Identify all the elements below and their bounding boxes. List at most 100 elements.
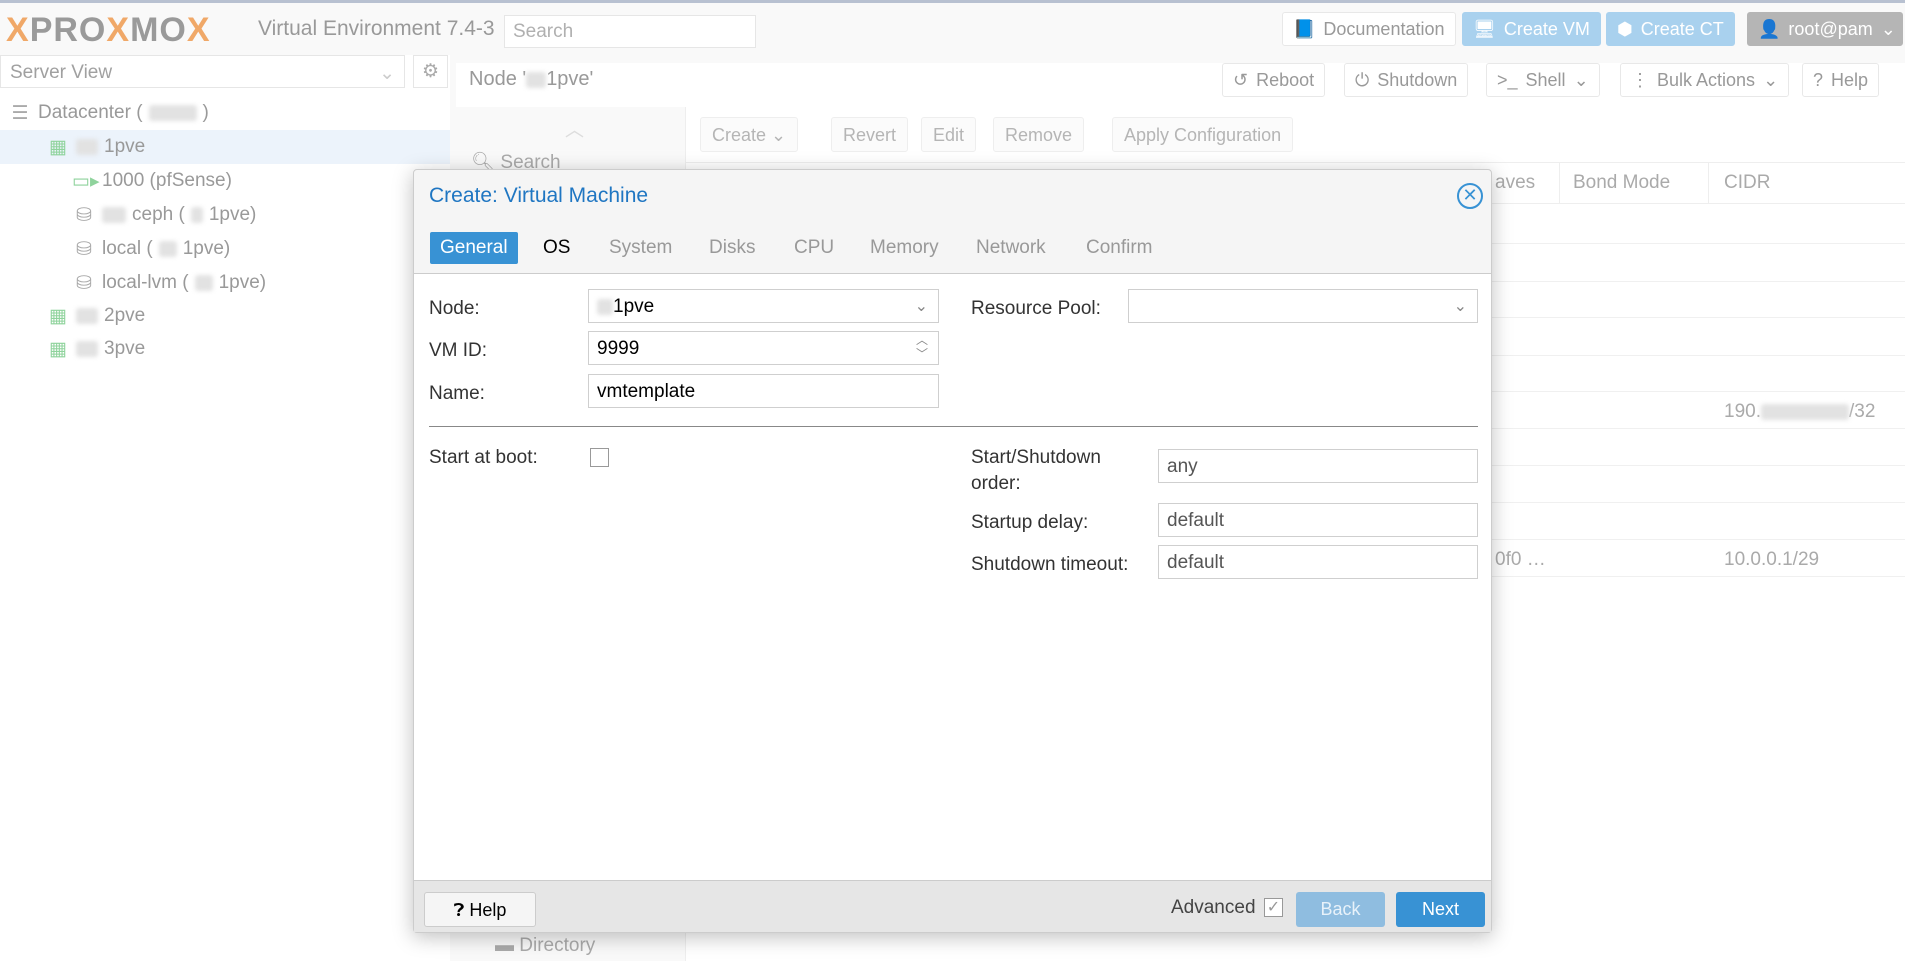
tab-general[interactable]: General [430,232,518,264]
vmid-label: VM ID: [429,340,488,361]
top-bar: XPROXMOX Virtual Environment 7.4-3 Searc… [0,0,1905,55]
column-bond-mode[interactable]: Bond Mode [1573,172,1670,194]
shell-button[interactable]: >_ Shell ⌄ [1486,63,1600,97]
tab-os[interactable]: OS [533,232,580,264]
tab-disks[interactable]: Disks [699,232,765,264]
next-button[interactable]: Next [1396,892,1485,927]
back-button[interactable]: Back [1296,892,1385,927]
power-icon: ⏻ [1355,69,1370,90]
tree-item-label: ceph ( [132,204,185,225]
dialog-body: Node: 1pve ⌄ VM ID: 9999 ︿ ﹀ Name: vmtempla… [414,273,1491,880]
redacted-text [102,207,126,223]
column-divider [1708,162,1709,204]
user-menu-button[interactable]: 👤 root@pam ⌄ [1747,12,1903,46]
storage-icon: ⛁ [76,272,92,294]
node-help-label: Help [1831,69,1869,90]
name-label: Name: [429,383,485,404]
global-search-input[interactable]: Search [504,15,756,48]
dialog-footer: ❓︎ Help Advanced ✓ Back Next [414,880,1491,932]
tab-confirm[interactable]: Confirm [1076,232,1163,264]
vmid-value: 9999 [597,338,640,359]
create-vm-button[interactable]: 🖥 Create VM [1462,12,1601,46]
documentation-button[interactable]: 📘 Documentation [1282,12,1456,46]
redacted-text [76,139,98,155]
datacenter-icon: ☰ [11,102,29,124]
tree-item-storage-local-lvm[interactable]: ⛁ local-lvm (1pve) [0,266,450,300]
startup-delay-input[interactable]: default [1158,503,1478,537]
terminal-icon: >_ [1497,69,1518,90]
spinner-arrows-icon[interactable]: ︿ ﹀ [916,333,928,361]
help-icon: ? [1813,69,1824,90]
shutdown-timeout-label: Shutdown timeout: [971,554,1129,575]
tree-item-label: Datacenter ( [38,102,143,123]
chevron-down-icon: ⌄ [379,63,395,84]
kebab-icon: ⋮ [1631,69,1649,90]
node-help-button[interactable]: ? Help [1802,63,1880,97]
server-view-select[interactable]: Server View ⌄ [0,55,405,88]
tree-item-suffix: 1pve) [218,272,267,293]
node-select[interactable]: 1pve ⌄ [588,289,939,323]
dialog-help-button[interactable]: ❓︎ Help [424,892,536,927]
vmid-spinner[interactable]: 9999 ︿ ﹀ [588,331,939,365]
tree-item-suffix: 1pve) [208,204,257,225]
node-title-suffix: 1pve' [546,68,594,90]
tab-cpu[interactable]: CPU [784,232,844,264]
edit-button[interactable]: Edit [921,117,977,152]
tree-item-storage-ceph[interactable]: ⛁ ceph (1pve) [0,198,450,232]
monitor-icon: 🖥 [1473,18,1496,39]
tab-memory[interactable]: Memory [860,232,949,264]
redacted-text [148,105,197,121]
cidr-cell: 190. /32 [1724,401,1875,423]
name-input[interactable]: vmtemplate [588,374,939,408]
start-at-boot-checkbox[interactable] [590,448,609,467]
apply-configuration-button[interactable]: Apply Configuration [1112,117,1294,152]
documentation-label: Documentation [1323,18,1445,39]
reboot-icon: ↺ [1233,69,1249,90]
bulk-actions-button[interactable]: ⋮ Bulk Actions ⌄ [1620,63,1790,97]
close-icon[interactable]: ✕ [1457,183,1483,209]
column-cidr[interactable]: CIDR [1724,172,1770,194]
start-shutdown-order-label: Start/Shutdown order: [971,447,1101,494]
chevron-down-icon: ⌄ [1573,69,1589,90]
chevron-down-icon: ⌄ [1453,298,1467,315]
tree-item-node-1[interactable]: ▦ 1pve [0,130,450,164]
shutdown-button[interactable]: ⏻ Shutdown [1344,63,1469,97]
resource-pool-select[interactable]: ⌄ [1128,289,1478,323]
tree-item-vm-1000[interactable]: ▭▸ 1000 (pfSense) [0,164,450,198]
tab-system[interactable]: System [599,232,682,264]
tree-item-node-2[interactable]: ▦ 2pve [0,299,450,333]
column-slaves[interactable]: aves [1495,172,1535,194]
revert-button[interactable]: Revert [831,117,909,152]
tree-item-datacenter[interactable]: ☰ Datacenter () [0,96,450,130]
startup-delay-label: Startup delay: [971,512,1089,533]
network-create-button[interactable]: Create ⌄ [700,117,799,152]
scroll-up-icon[interactable]: ︿ [565,115,584,142]
cidr-suffix: /32 [1848,401,1876,422]
tree-item-label: 1pve [104,136,146,157]
tree-item-label: 3pve [104,338,146,359]
nav-item-directory[interactable]: ▬ Directory [495,935,595,957]
redacted-text [526,71,547,88]
node-label: Node: [429,298,480,319]
dialog-help-label: Help [469,900,507,920]
redacted-text [194,275,213,291]
shutdown-timeout-input[interactable]: default [1158,545,1478,579]
gear-icon[interactable]: ⚙ [413,55,448,88]
create-label: Create [712,125,767,145]
reboot-button[interactable]: ↺ Reboot [1222,63,1326,97]
tree-item-storage-local[interactable]: ⛁ local (1pve) [0,232,450,266]
bulk-actions-label: Bulk Actions [1657,69,1756,90]
tab-network[interactable]: Network [966,232,1056,264]
start-shutdown-order-input[interactable]: any [1158,449,1478,483]
create-ct-button[interactable]: ⬢ Create CT [1606,12,1735,46]
dialog-title: Create: Virtual Machine [429,184,649,207]
advanced-checkbox[interactable]: ✓ [1264,898,1283,917]
create-vm-dialog: Create: Virtual Machine ✕ General OS Sys… [413,169,1492,933]
node-title: Node ' 1pve' [469,68,593,91]
remove-button[interactable]: Remove [993,117,1085,152]
cube-icon: ⬢ [1617,18,1633,39]
node-title-prefix: Node ' [469,68,527,90]
tree-item-suffix: ) [202,102,209,123]
tree-item-node-3[interactable]: ▦ 3pve [0,332,450,366]
cidr-prefix: 190. [1724,401,1761,422]
